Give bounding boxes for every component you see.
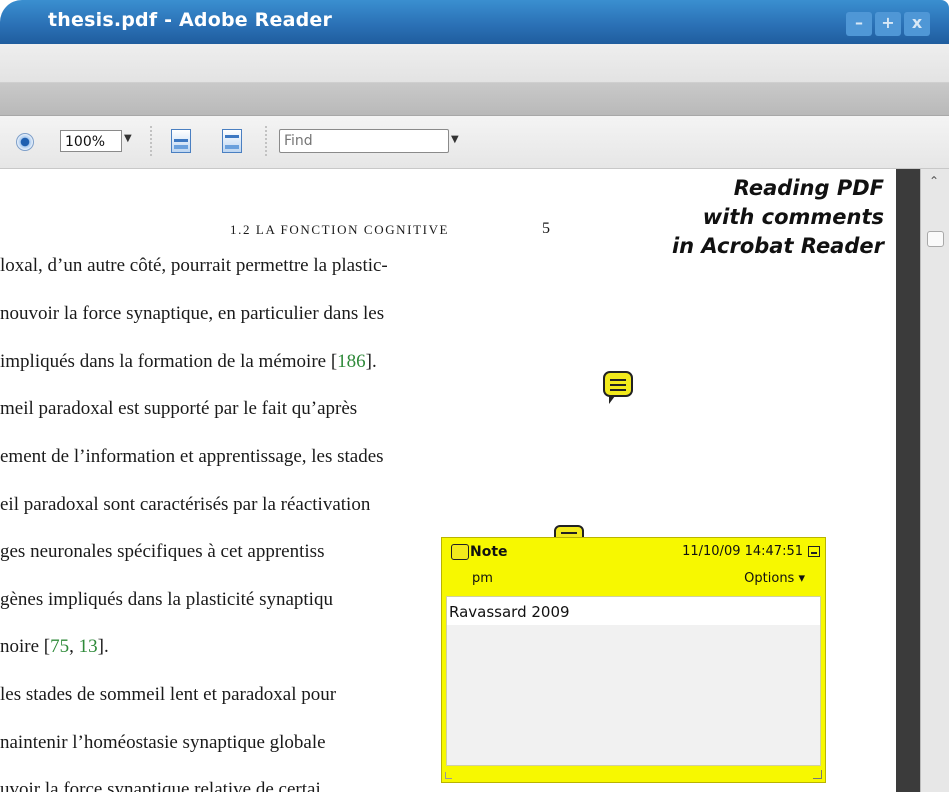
text-line: eil paradoxal sont caractérisés par la r…	[0, 494, 371, 515]
window-title: thesis.pdf - Adobe Reader	[48, 9, 333, 31]
text-line: ement de l’information et apprentissage,…	[0, 446, 384, 467]
note-options-menu[interactable]: Options ▾	[744, 571, 805, 586]
running-head: 1.2 LA FONCTION COGNITIVE	[230, 222, 450, 237]
citation-link[interactable]: 75	[50, 636, 69, 657]
fit-page-icon[interactable]	[222, 129, 242, 153]
fit-width-icon[interactable]	[171, 129, 191, 153]
text-segment: impliqués dans la formation de la mémoir…	[0, 351, 338, 372]
note-comment-icon[interactable]	[603, 371, 633, 404]
resize-handle-left[interactable]	[445, 772, 452, 779]
text-line: meil paradoxal est supporté par le fait …	[0, 398, 358, 419]
note-comment-icon	[451, 544, 469, 560]
text-segment: noire [	[0, 636, 51, 657]
text-line: uvoir la force synaptique relative de ce…	[0, 779, 321, 792]
side-panel	[896, 169, 920, 792]
find-dropdown-arrow-icon[interactable]: ▼	[451, 134, 459, 145]
scroll-up-icon[interactable]: ⌃	[924, 172, 944, 190]
menu-bar	[0, 44, 949, 83]
caption-line-3: in Acrobat Reader	[671, 234, 884, 258]
text-line: naintenir l’homéostasie synaptique globa…	[0, 732, 326, 753]
zoom-dropdown-arrow-icon[interactable]: ▼	[124, 133, 132, 144]
caption-line-2: with comments	[702, 205, 884, 229]
radio-icon[interactable]	[16, 133, 34, 151]
toolbar-separator	[265, 126, 267, 156]
text-segment: ].	[97, 636, 109, 657]
note-title: Note	[470, 544, 508, 560]
toolbar: 100% ▼ ▼	[0, 116, 949, 169]
find-input[interactable]	[279, 129, 449, 153]
overlay-caption: Reading PDF with comments in Acrobat Rea…	[672, 174, 884, 261]
toolbar-strip	[0, 83, 949, 116]
text-line: gènes impliqués dans la plasticité synap…	[0, 589, 333, 610]
text-segment: ,	[69, 636, 79, 657]
maximize-button[interactable]: +	[875, 12, 901, 36]
note-popup[interactable]: Note 11/10/09 14:47:51 pm Options ▾ Rava…	[441, 537, 826, 783]
text-line: noire [75, 13].	[0, 636, 109, 658]
text-line: ges neuronales spécifiques à cet apprent…	[0, 541, 325, 562]
vertical-scrollbar[interactable]: ⌃	[920, 169, 949, 792]
note-text[interactable]: Ravassard 2009	[449, 603, 570, 621]
minimize-button[interactable]: –	[846, 12, 872, 36]
caption-line-1: Reading PDF	[733, 176, 884, 200]
toolbar-separator	[150, 126, 152, 156]
resize-handle[interactable]	[813, 770, 822, 779]
citation-link[interactable]: 186	[337, 351, 366, 372]
text-line: les stades de sommeil lent et paradoxal …	[0, 684, 337, 705]
text-line: impliqués dans la formation de la mémoir…	[0, 351, 377, 373]
text-line: loxal, d’un autre côté, pourrait permett…	[0, 255, 388, 276]
reader-window: thesis.pdf - Adobe Reader – + x 100% ▼ ▼…	[0, 0, 949, 792]
citation-link[interactable]: 13	[79, 636, 98, 657]
minimize-note-icon[interactable]	[808, 546, 820, 557]
zoom-select[interactable]: 100%	[60, 130, 122, 152]
note-date: 11/10/09 14:47:51	[682, 544, 803, 559]
text-line: nouvoir la force synaptique, en particul…	[0, 303, 385, 324]
page-number: 5	[542, 220, 550, 237]
note-content-area[interactable]: Ravassard 2009	[446, 596, 821, 766]
note-header[interactable]: Note 11/10/09 14:47:51 pm Options ▾	[442, 538, 825, 596]
title-bar[interactable]: thesis.pdf - Adobe Reader – + x	[0, 0, 949, 44]
note-author: pm	[472, 571, 493, 586]
scroll-thumb[interactable]	[927, 231, 944, 247]
text-segment: ].	[365, 351, 377, 372]
close-button[interactable]: x	[904, 12, 930, 36]
